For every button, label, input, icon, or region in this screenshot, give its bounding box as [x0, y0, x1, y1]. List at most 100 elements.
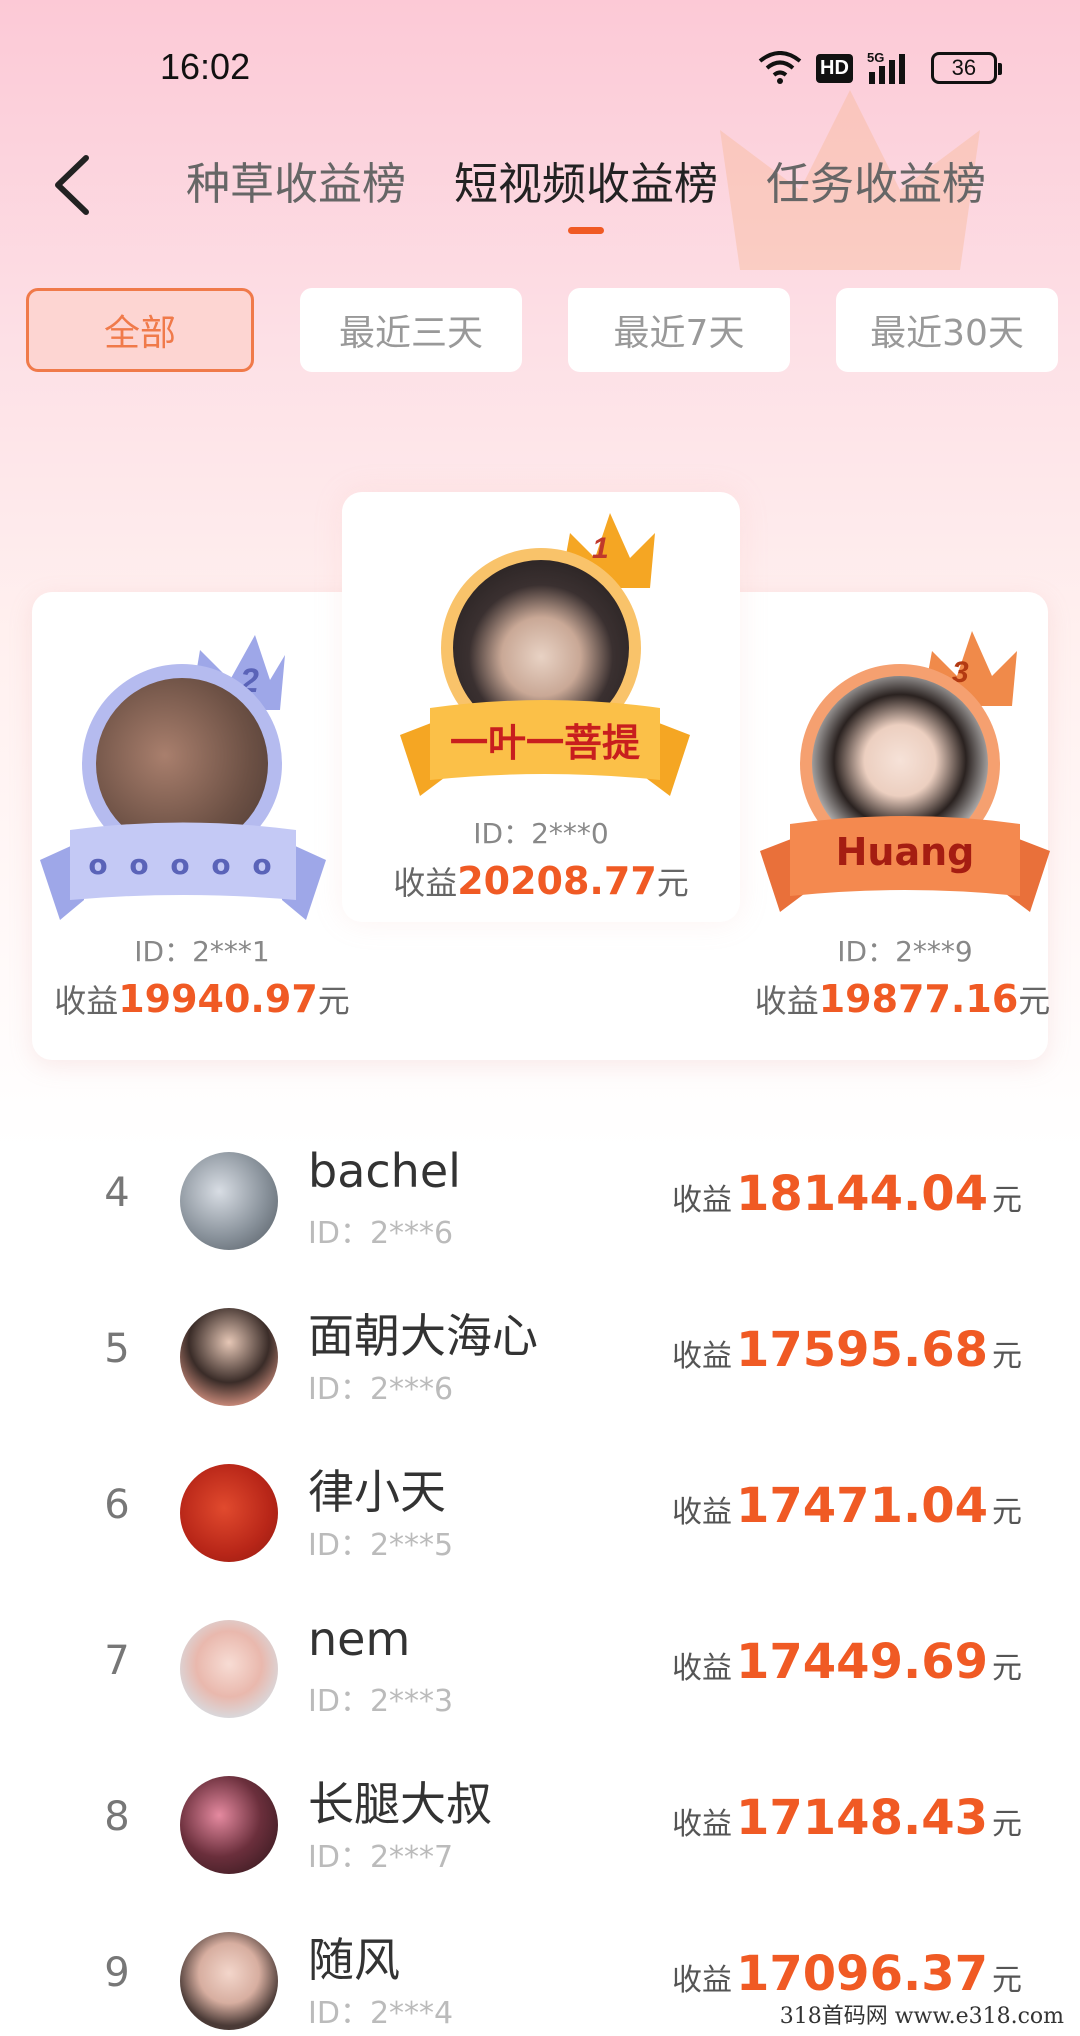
user-name: 律小天 — [308, 1465, 446, 1519]
income-value: 17096.37 — [735, 1946, 988, 2002]
id-label: ID： — [308, 1528, 370, 1563]
network-label: 5G — [867, 50, 884, 65]
income-label: 收益 — [671, 1807, 732, 1842]
filter-all[interactable]: 全部 — [26, 288, 254, 372]
id-label: ID： — [308, 1996, 370, 2031]
rank-number: 8 — [104, 1794, 130, 1840]
id-value: 2***6 — [369, 1216, 454, 1251]
wifi-icon — [758, 51, 802, 85]
income-unit: 元 — [992, 1651, 1022, 1686]
income-label: 收益 — [671, 1183, 732, 1218]
id-label: ID： — [308, 1684, 370, 1719]
user-income: 收益 17471.04 元 — [672, 1478, 1022, 1534]
income-value: 17148.43 — [735, 1790, 988, 1846]
back-button[interactable] — [48, 150, 98, 220]
status-time: 16:02 — [160, 46, 251, 87]
avatar — [180, 1308, 278, 1406]
income-label: 收益 — [671, 1495, 732, 1530]
id-value: 2***0 — [531, 817, 609, 850]
chevron-left-icon — [55, 155, 89, 215]
id-value: 2***1 — [192, 935, 270, 968]
id-label: ID： — [473, 817, 532, 850]
rank-badge: 1 — [592, 532, 609, 565]
income-label: 收益 — [671, 1963, 732, 1998]
signal-5g-icon: 5G — [867, 50, 917, 86]
user-name: nem — [308, 1612, 411, 1666]
user-income: 收益20208.77元 — [342, 858, 740, 904]
user-id: ID：2***3 — [308, 1676, 453, 1720]
ranking-tabs: 种草收益榜 短视频收益榜 任务收益榜 — [186, 150, 986, 234]
rank-number: 5 — [104, 1326, 130, 1372]
user-id: ID：2***6 — [308, 1364, 453, 1408]
tab-label: 任务收益榜 — [766, 159, 986, 210]
list-item[interactable]: 7 nem ID：2***3 收益 17449.69 元 — [0, 1590, 1080, 1746]
avatar — [180, 1464, 278, 1562]
income-label: 收益 — [54, 982, 119, 1020]
user-id: ID：2***4 — [308, 1988, 453, 2032]
status-icons: HD 5G 36 — [758, 46, 1002, 90]
income-unit: 元 — [992, 1807, 1022, 1842]
user-income: 收益 17148.43 元 — [672, 1790, 1022, 1846]
income-value: 17449.69 — [735, 1634, 988, 1690]
income-value: 20208.77 — [457, 859, 657, 903]
avatar — [180, 1152, 278, 1250]
income-value: 19940.97 — [118, 977, 318, 1021]
tab-task-income[interactable]: 任务收益榜 — [766, 150, 986, 230]
tab-label: 种草收益榜 — [186, 159, 406, 210]
id-label: ID： — [134, 935, 193, 968]
income-label: 收益 — [671, 1651, 732, 1686]
income-unit: 元 — [317, 982, 350, 1020]
user-name: 面朝大海心 — [308, 1309, 538, 1363]
user-name: bachel — [308, 1144, 461, 1198]
id-label: ID： — [308, 1216, 370, 1251]
user-id: ID：2***1 — [32, 930, 372, 970]
user-income: 收益 17096.37 元 — [672, 1946, 1022, 2002]
tab-short-video-income[interactable]: 短视频收益榜 — [454, 150, 718, 234]
user-income: 收益 18144.04 元 — [672, 1166, 1022, 1222]
avatar — [180, 1932, 278, 2030]
user-income: 收益 17449.69 元 — [672, 1634, 1022, 1690]
user-income: 收益19940.97元 — [32, 976, 372, 1022]
id-value: 2***6 — [369, 1372, 454, 1407]
user-name: o o o o o — [88, 848, 278, 881]
rank-number: 9 — [104, 1950, 130, 1996]
income-value: 18144.04 — [735, 1166, 988, 1222]
user-income: 收益19877.16元 — [730, 976, 1075, 1022]
id-value: 2***5 — [369, 1528, 454, 1563]
user-id: ID：2***7 — [308, 1832, 453, 1876]
avatar — [180, 1776, 278, 1874]
filter-7-days[interactable]: 最近7天 — [568, 288, 790, 372]
hd-icon: HD — [816, 53, 853, 83]
id-value: 2***4 — [369, 1996, 454, 2031]
list-item[interactable]: 6 律小天 ID：2***5 收益 17471.04 元 — [0, 1434, 1080, 1590]
income-value: 17595.68 — [735, 1322, 988, 1378]
user-id: ID：2***6 — [308, 1208, 453, 1252]
rank-number: 6 — [104, 1482, 130, 1528]
id-value: 2***7 — [369, 1840, 454, 1875]
rank-number: 7 — [104, 1638, 130, 1684]
list-item[interactable]: 5 面朝大海心 ID：2***6 收益 17595.68 元 — [0, 1278, 1080, 1434]
income-value: 17471.04 — [735, 1478, 988, 1534]
income-unit: 元 — [992, 1183, 1022, 1218]
id-value: 2***9 — [895, 935, 973, 968]
user-name: Huang — [835, 830, 975, 874]
user-name: 随风 — [308, 1933, 400, 1987]
battery-icon: 36 — [930, 52, 1002, 84]
filter-3-days[interactable]: 最近三天 — [300, 288, 522, 372]
list-item[interactable]: 4 bachel ID：2***6 收益 18144.04 元 — [0, 1122, 1080, 1278]
income-label: 收益 — [393, 864, 458, 902]
tab-grass-income[interactable]: 种草收益榜 — [186, 150, 406, 230]
tab-indicator — [568, 227, 604, 234]
rank-number: 4 — [104, 1170, 130, 1216]
income-label: 收益 — [671, 1339, 732, 1374]
tab-label: 短视频收益榜 — [454, 159, 718, 210]
income-value: 19877.16 — [818, 977, 1019, 1021]
site-watermark: 318首码网 www.e318.com — [773, 1996, 1070, 2032]
income-unit: 元 — [992, 1339, 1022, 1374]
income-unit: 元 — [656, 864, 689, 902]
id-label: ID： — [308, 1372, 370, 1407]
filter-30-days[interactable]: 最近30天 — [836, 288, 1058, 372]
user-id: ID：2***0 — [342, 812, 740, 852]
list-item[interactable]: 8 长腿大叔 ID：2***7 收益 17148.43 元 — [0, 1746, 1080, 1902]
user-name: 长腿大叔 — [308, 1777, 492, 1831]
